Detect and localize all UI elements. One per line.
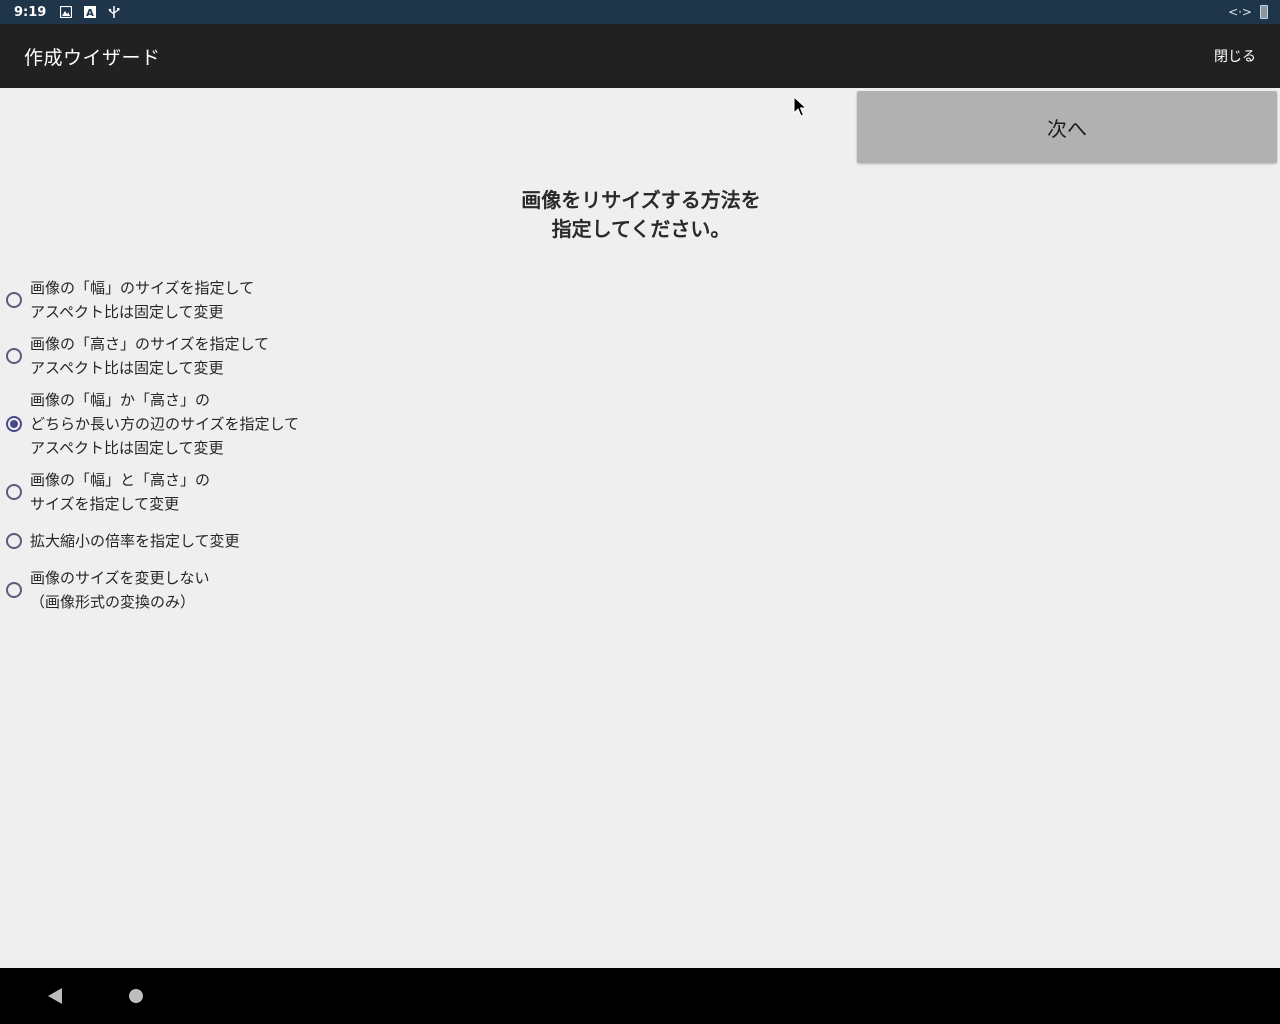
status-bar: 9:19 A <·>: [0, 0, 1280, 24]
svg-text:A: A: [86, 8, 94, 18]
radio-button[interactable]: [6, 533, 22, 549]
option-label: 画像の「幅」のサイズを指定して アスペクト比は固定して変更: [30, 279, 255, 321]
option-width-and-height[interactable]: 画像の「幅」と「高さ」の サイズを指定して変更: [6, 468, 210, 516]
data-transfer-icon: <·>: [1228, 5, 1252, 19]
option-scale[interactable]: 拡大縮小の倍率を指定して変更: [6, 529, 240, 553]
image-icon: [58, 4, 74, 20]
option-longer-side[interactable]: 画像の「幅」か「高さ」の どちらか長い方の辺のサイズを指定して アスペクト比は固…: [6, 388, 299, 460]
back-icon[interactable]: [48, 988, 62, 1004]
radio-button[interactable]: [6, 484, 22, 500]
home-icon[interactable]: [129, 989, 143, 1003]
option-label: 画像の「幅」と「高さ」の サイズを指定して変更: [30, 471, 211, 513]
option-no-resize[interactable]: 画像のサイズを変更しない （画像形式の変換のみ）: [6, 566, 210, 614]
app-toolbar: 作成ウイザード 閉じる: [0, 24, 1280, 88]
page-title: 作成ウイザード: [24, 46, 161, 69]
next-button[interactable]: 次へ: [857, 91, 1277, 163]
radio-button[interactable]: [6, 292, 22, 308]
close-button[interactable]: 閉じる: [1206, 40, 1256, 72]
a-icon: A: [82, 4, 98, 20]
status-time: 9:19: [14, 4, 47, 20]
option-height[interactable]: 画像の「高さ」のサイズを指定して アスペクト比は固定して変更: [6, 332, 269, 380]
option-label: 拡大縮小の倍率を指定して変更: [30, 532, 240, 550]
option-label: 画像の「幅」か「高さ」の どちらか長い方の辺のサイズを指定して アスペクト比は固…: [30, 391, 300, 457]
option-width[interactable]: 画像の「幅」のサイズを指定して アスペクト比は固定して変更: [6, 276, 254, 324]
mouse-cursor-icon: [793, 96, 807, 117]
radio-button[interactable]: [6, 582, 22, 598]
radio-button-selected[interactable]: [6, 416, 22, 432]
radio-button[interactable]: [6, 348, 22, 364]
navigation-bar: [0, 968, 1280, 1024]
usb-icon: [106, 4, 122, 20]
option-label: 画像の「高さ」のサイズを指定して アスペクト比は固定して変更: [30, 335, 270, 377]
wizard-content: 次へ 画像をリサイズする方法を 指定してください。 画像の「幅」のサイズを指定し…: [0, 88, 1280, 968]
option-label: 画像のサイズを変更しない （画像形式の変換のみ）: [30, 569, 210, 611]
battery-icon: [1260, 5, 1268, 19]
wizard-heading: 画像をリサイズする方法を 指定してください。: [521, 188, 761, 241]
